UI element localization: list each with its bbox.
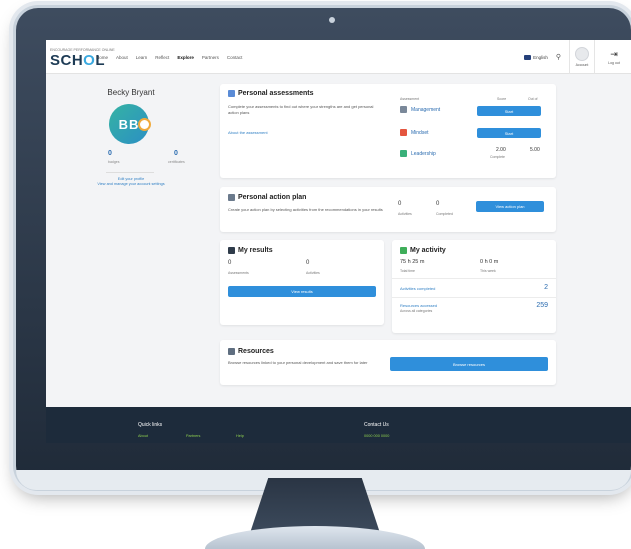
total-time-value: 75 h 25 m (400, 259, 425, 265)
resources-accessed-value: 259 (536, 302, 548, 309)
stage: ENCOURAGE PERFORMANCE ONLINE SCHOL Home … (0, 0, 631, 549)
account-label: Account (575, 63, 589, 67)
badges-count: 0 (108, 150, 112, 157)
week-time-value: 0 h 0 m (480, 259, 499, 265)
profile-name: Becky Bryant (107, 88, 155, 97)
profile-links: Edit your profile View and manage your a… (46, 177, 216, 187)
search-icon[interactable]: ⚲ (556, 53, 561, 61)
col-score-header: Score (497, 97, 507, 101)
activities-count: 0 (398, 201, 402, 207)
profile-divider (106, 172, 154, 173)
nav-item-contact[interactable]: Contact (227, 55, 243, 60)
assessment-row-mindset: Mindset (400, 129, 429, 136)
nav-item-reflect[interactable]: Reflect (155, 55, 169, 60)
webcam-dot (329, 17, 335, 23)
account-settings-link[interactable]: View and manage your account settings (46, 182, 216, 187)
week-time-label: This week (480, 269, 496, 273)
results-assessments-label: Assessments (228, 271, 249, 275)
footer-link-partners[interactable]: Partners (186, 434, 200, 438)
footer-link-help[interactable]: Help (236, 434, 244, 438)
assessment-row-leadership: Leadership (400, 150, 436, 157)
main-nav: Home About Learn Reflect Explore Partner… (96, 55, 242, 60)
account-button[interactable]: Account (569, 40, 595, 74)
activities-completed-link[interactable]: Activities completed (400, 286, 435, 291)
certificates-label: certificates (168, 160, 185, 164)
chart-icon (228, 90, 235, 97)
activities-completed-value: 2 (544, 284, 548, 291)
action-plan-description: Create your action plan by selecting act… (228, 207, 383, 212)
nav-item-learn[interactable]: Learn (136, 55, 148, 60)
resources-accessed-sub: Across all categories (400, 309, 433, 313)
screen: ENCOURAGE PERFORMANCE ONLINE SCHOL Home … (46, 40, 631, 443)
results-icon (228, 247, 235, 254)
flag-icon (524, 54, 532, 60)
leadership-status: Complete (490, 155, 505, 159)
refresh-icon (138, 118, 151, 131)
logout-button[interactable]: ⇥ Log out (603, 40, 625, 74)
certificates-count: 0 (174, 150, 178, 157)
about-assessment-link[interactable]: About the assessment (228, 130, 268, 135)
resources-accessed-link[interactable]: Resources accessed (400, 303, 437, 308)
resources-card: Resources Browse resources linked to you… (220, 340, 556, 385)
activities-label: Activities (398, 212, 412, 216)
badges-label: badges (108, 160, 120, 164)
view-results-button[interactable]: View results (228, 286, 376, 297)
completed-count: 0 (436, 201, 440, 207)
assessment-row-management: Management (400, 106, 440, 113)
nav-item-home[interactable]: Home (96, 55, 108, 60)
start-mindset-button[interactable]: Start (477, 128, 541, 138)
footer-contact-title: Contact Us (364, 422, 389, 428)
resources-title: Resources (228, 348, 274, 355)
profile-panel: Becky Bryant BB 0 badges 0 certificates … (46, 74, 216, 414)
start-management-button[interactable]: Start (477, 106, 541, 116)
assessments-description: Complete your assessments to find out wh… (228, 104, 374, 115)
person-icon (400, 106, 407, 113)
logout-label: Log out (608, 60, 620, 65)
col-assessment-header: Assessment (400, 97, 420, 101)
activity-divider (392, 278, 556, 279)
completed-label: Completed (436, 212, 453, 216)
col-out-of-header: Out of (528, 97, 538, 101)
activity-divider-2 (392, 297, 556, 298)
logout-icon: ⇥ (610, 48, 618, 59)
top-navbar: ENCOURAGE PERFORMANCE ONLINE SCHOL Home … (46, 40, 631, 74)
calendar-icon (400, 247, 407, 254)
clipboard-icon (228, 194, 235, 201)
leadership-score: 2.00 (496, 147, 506, 153)
my-results-card: My results 0 Assessments 0 Activities Vi… (220, 240, 384, 325)
action-plan-card: Personal action plan Create your action … (220, 187, 556, 232)
total-time-label: Total time (400, 269, 415, 273)
nav-item-about[interactable]: About (116, 55, 128, 60)
results-activities-label: Activities (306, 271, 320, 275)
leadership-out-of: 5.00 (530, 147, 540, 153)
my-activity-title: My activity (400, 247, 446, 254)
action-plan-title: Personal action plan (228, 194, 306, 201)
my-results-title: My results (228, 247, 273, 254)
view-action-plan-button[interactable]: View action plan (476, 201, 544, 212)
language-selector[interactable]: English (524, 54, 548, 60)
monitor-base (205, 526, 425, 549)
footer-contact-phone[interactable]: 0000 000 0000 (364, 434, 389, 438)
book-icon (228, 348, 235, 355)
profile-avatar: BB (109, 104, 151, 144)
footer: Quick links About Partners Help Contact … (46, 407, 631, 443)
nav-item-explore[interactable]: Explore (177, 55, 194, 60)
header-actions: English ⚲ Account ⇥ Log out (524, 40, 625, 74)
assessments-card: Personal assessments Complete your asses… (220, 84, 556, 178)
results-assessments-count: 0 (228, 260, 232, 266)
my-activity-card: My activity 75 h 25 m Total time 0 h 0 m… (392, 240, 556, 333)
monitor-stand (250, 478, 380, 533)
results-activities-count: 0 (306, 260, 310, 266)
footer-quick-links-title: Quick links (138, 422, 163, 428)
leadership-icon (400, 150, 407, 157)
avatar (575, 47, 589, 61)
assessments-title: Personal assessments (228, 90, 314, 97)
brain-icon (400, 129, 407, 136)
browse-resources-button[interactable]: Browse resources (390, 357, 548, 371)
nav-item-partners[interactable]: Partners (202, 55, 219, 60)
resources-description: Browse resources linked to your personal… (228, 360, 368, 365)
footer-link-about[interactable]: About (138, 434, 148, 438)
